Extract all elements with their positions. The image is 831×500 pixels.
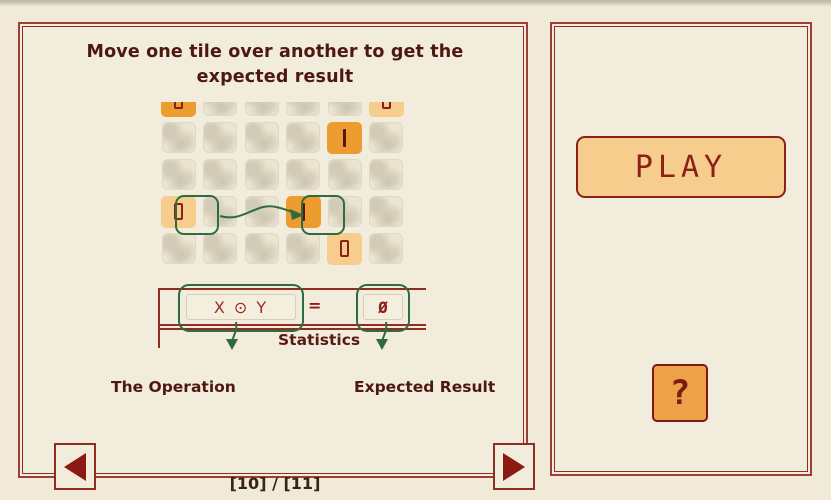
board-cell[interactable] xyxy=(324,102,366,119)
board-cell[interactable] xyxy=(158,119,200,156)
board-tile-target[interactable] xyxy=(285,195,321,228)
tutorial-title: Move one tile over another to get the ex… xyxy=(86,42,464,88)
board-cell[interactable] xyxy=(200,102,242,119)
board-cell[interactable] xyxy=(366,102,408,119)
board-cell[interactable] xyxy=(324,156,366,193)
board-cell[interactable] xyxy=(366,156,408,193)
window-top-band xyxy=(0,0,831,7)
board-cell[interactable] xyxy=(283,119,325,156)
board-cell[interactable] xyxy=(200,156,242,193)
equation-bar-left-rule xyxy=(158,288,160,348)
board-cell[interactable] xyxy=(283,102,325,119)
app-window: Move one tile over another to get the ex… xyxy=(0,0,831,500)
expected-result-display: Ø xyxy=(363,294,403,320)
board-cell[interactable] xyxy=(241,230,283,267)
digit-zero-icon xyxy=(174,203,183,220)
equation-bar-bottom-rule xyxy=(158,324,426,326)
tutorial-panel: Move one tile over another to get the ex… xyxy=(18,22,535,493)
board-cell[interactable] xyxy=(241,119,283,156)
board-cell[interactable] xyxy=(366,230,408,267)
board-cell[interactable] xyxy=(241,156,283,193)
operation-caption: The Operation xyxy=(111,378,236,396)
game-board[interactable] xyxy=(158,102,408,292)
board-tile[interactable] xyxy=(327,121,362,154)
play-button-label: PLAY xyxy=(634,149,728,185)
board-cell[interactable] xyxy=(158,230,200,267)
play-button[interactable]: PLAY xyxy=(576,136,786,198)
operation-text: X ⊙ Y xyxy=(213,297,269,317)
help-button[interactable]: ? xyxy=(652,364,708,422)
board-cell[interactable] xyxy=(283,230,325,267)
board-tile-source[interactable] xyxy=(161,195,196,228)
digit-one-icon xyxy=(343,128,346,147)
question-mark-icon: ? xyxy=(669,373,691,413)
board-tile[interactable] xyxy=(368,102,404,117)
board-cell[interactable] xyxy=(158,193,200,230)
board-cell[interactable] xyxy=(324,230,366,267)
board-cell[interactable] xyxy=(241,102,283,119)
board-cell[interactable] xyxy=(200,193,242,230)
menu-panel: PLAY ? xyxy=(550,22,812,476)
equation-bar-bottom-rule-2 xyxy=(158,328,426,330)
page-counter: [10] / [11] xyxy=(229,474,321,493)
board-cell[interactable] xyxy=(200,119,242,156)
digit-zero-icon xyxy=(174,102,183,109)
digit-zero-icon xyxy=(340,240,349,257)
statistics-label: Statistics xyxy=(278,331,361,349)
board-cell[interactable] xyxy=(158,156,200,193)
digit-one-icon xyxy=(301,202,305,221)
equals-sign: = xyxy=(308,296,322,315)
board-grid xyxy=(158,102,408,267)
board-cell[interactable] xyxy=(241,193,283,230)
operation-display: X ⊙ Y xyxy=(186,294,296,320)
equation-bar: X ⊙ Y = Ø xyxy=(158,284,426,348)
board-cell[interactable] xyxy=(324,193,366,230)
board-cell[interactable] xyxy=(283,156,325,193)
board-cell[interactable] xyxy=(366,193,408,230)
board-cell[interactable] xyxy=(158,102,200,119)
expected-result-text: Ø xyxy=(378,297,388,317)
equation-bar-top-rule xyxy=(158,288,426,290)
board-cell[interactable] xyxy=(283,193,325,230)
board-cell[interactable] xyxy=(324,119,366,156)
digit-zero-icon xyxy=(381,102,391,109)
board-cell[interactable] xyxy=(366,119,408,156)
board-cell[interactable] xyxy=(200,230,242,267)
board-tile[interactable] xyxy=(161,102,196,117)
result-caption: Expected Result xyxy=(354,378,496,396)
board-tile[interactable] xyxy=(327,232,362,265)
